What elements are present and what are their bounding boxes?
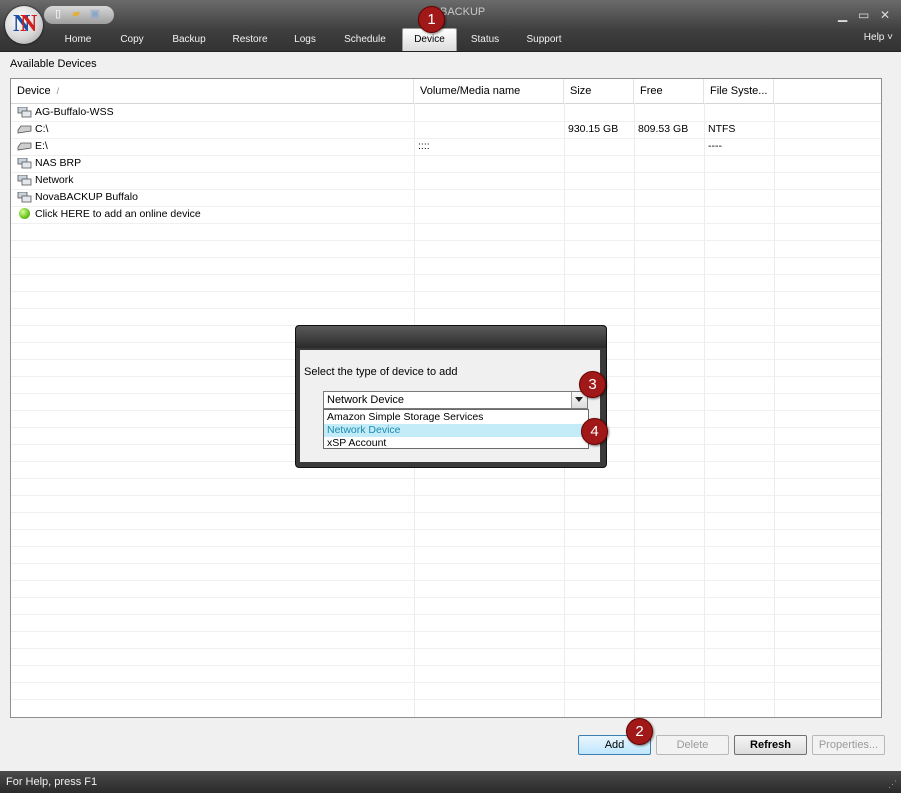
grid-line bbox=[11, 257, 881, 258]
grid-line bbox=[11, 563, 881, 564]
network-computer-icon bbox=[17, 175, 32, 186]
table-row[interactable]: NovaBACKUP Buffalo bbox=[11, 189, 881, 206]
open-folder-icon[interactable]: ▰ bbox=[70, 8, 82, 21]
table-row[interactable]: Network bbox=[11, 172, 881, 189]
chevron-down-icon: ˅ bbox=[887, 32, 893, 43]
maximize-icon[interactable]: ▭ bbox=[858, 8, 869, 22]
add-device-dialog: Select the type of device to add Network… bbox=[295, 325, 607, 468]
column-header-volume[interactable]: Volume/Media name bbox=[414, 79, 564, 103]
device-type-value: Network Device bbox=[327, 394, 405, 406]
option-xsp-account[interactable]: xSP Account bbox=[324, 437, 588, 450]
minimize-icon[interactable]: ▁ bbox=[838, 8, 847, 22]
grid-line bbox=[11, 512, 881, 513]
grid-line bbox=[11, 546, 881, 547]
grid-line bbox=[11, 665, 881, 666]
device-name: NAS BRP bbox=[35, 157, 82, 169]
close-icon[interactable]: ✕ bbox=[880, 8, 890, 22]
add-online-device-link[interactable]: Click HERE to add an online device bbox=[35, 206, 201, 223]
status-text: For Help, press F1 bbox=[6, 776, 98, 788]
device-volume: :::: bbox=[418, 140, 430, 152]
grid-line bbox=[11, 240, 881, 241]
callout-badge-4: 4 bbox=[581, 418, 608, 445]
tab-backup[interactable]: Backup bbox=[164, 29, 214, 50]
grid-line bbox=[11, 682, 881, 683]
new-file-icon[interactable]: ▯ bbox=[52, 8, 64, 21]
column-header-filesystem[interactable]: File Syste... bbox=[704, 79, 774, 103]
properties-button[interactable]: Properties... bbox=[812, 735, 885, 755]
resize-grip-icon[interactable]: ⋰ bbox=[888, 779, 897, 790]
tab-copy[interactable]: Copy bbox=[110, 29, 154, 50]
grid-line bbox=[11, 529, 881, 530]
chevron-down-icon bbox=[575, 397, 583, 402]
device-free: 809.53 GB bbox=[638, 123, 689, 135]
sort-indicator-icon: / bbox=[56, 86, 60, 96]
tab-home[interactable]: Home bbox=[58, 29, 98, 50]
grid-line bbox=[11, 699, 881, 700]
network-computer-icon bbox=[17, 192, 32, 203]
status-bar: For Help, press F1 ⋰ bbox=[0, 771, 901, 793]
ribbon-header: NN ▯ ▰ ▣ BACKUP ▁ ▭ ✕ Home Copy Backup R… bbox=[0, 0, 901, 52]
column-header-size[interactable]: Size bbox=[564, 79, 634, 103]
option-network-device[interactable]: Network Device bbox=[324, 424, 588, 437]
table-row[interactable]: C:\ 930.15 GB 809.53 GB NTFS bbox=[11, 121, 881, 138]
save-disk-icon[interactable]: ▣ bbox=[89, 8, 101, 21]
callout-badge-2: 2 bbox=[626, 718, 653, 745]
table-row[interactable]: AG-Buffalo-WSS bbox=[11, 104, 881, 121]
grid-line bbox=[11, 495, 881, 496]
grid-line bbox=[11, 478, 881, 479]
callout-badge-1: 1 bbox=[418, 6, 445, 33]
add-online-device-row[interactable]: Click HERE to add an online device bbox=[11, 206, 881, 223]
dialog-title-bar[interactable] bbox=[296, 326, 606, 348]
grid-line bbox=[11, 291, 881, 292]
grid-line bbox=[11, 274, 881, 275]
device-type-select[interactable]: Network Device bbox=[323, 391, 588, 409]
grid-line bbox=[11, 308, 881, 309]
online-device-icon bbox=[19, 208, 30, 219]
device-filesystem: NTFS bbox=[708, 123, 736, 135]
device-name: AG-Buffalo-WSS bbox=[35, 106, 114, 118]
grid-line bbox=[11, 597, 881, 598]
column-header-device[interactable]: Device / bbox=[11, 79, 414, 103]
grid-line bbox=[11, 580, 881, 581]
tab-logs[interactable]: Logs bbox=[285, 29, 325, 50]
device-size: 930.15 GB bbox=[568, 123, 619, 135]
tab-restore[interactable]: Restore bbox=[226, 29, 274, 50]
network-computer-icon bbox=[17, 107, 32, 118]
grid-line bbox=[11, 648, 881, 649]
device-name: Network bbox=[35, 174, 74, 186]
grid-line bbox=[11, 614, 881, 615]
dialog-body: Select the type of device to add Network… bbox=[300, 350, 600, 462]
tab-status[interactable]: Status bbox=[464, 29, 506, 50]
help-label: Help bbox=[863, 32, 885, 43]
window-title: BACKUP bbox=[440, 6, 486, 18]
app-logo-button[interactable]: NN bbox=[5, 6, 43, 44]
table-row[interactable]: NAS BRP bbox=[11, 155, 881, 172]
device-name: C:\ bbox=[35, 123, 49, 135]
dialog-prompt: Select the type of device to add bbox=[304, 366, 458, 378]
available-devices-label: Available Devices bbox=[10, 58, 97, 70]
hard-drive-icon bbox=[17, 142, 32, 151]
tab-schedule[interactable]: Schedule bbox=[336, 29, 394, 50]
device-type-dropdown-list: Amazon Simple Storage Services Network D… bbox=[323, 409, 589, 449]
tab-support[interactable]: Support bbox=[518, 29, 570, 50]
help-menu[interactable]: Help ˅ bbox=[864, 32, 893, 43]
refresh-button[interactable]: Refresh bbox=[734, 735, 807, 755]
device-name: NovaBACKUP Buffalo bbox=[35, 191, 138, 203]
callout-badge-3: 3 bbox=[579, 371, 606, 398]
device-filesystem: ---- bbox=[708, 140, 722, 152]
grid-line bbox=[11, 223, 881, 224]
column-label: Device bbox=[17, 85, 51, 97]
column-header-free[interactable]: Free bbox=[634, 79, 704, 103]
delete-button[interactable]: Delete bbox=[656, 735, 729, 755]
network-computer-icon bbox=[17, 158, 32, 169]
option-amazon-s3[interactable]: Amazon Simple Storage Services bbox=[324, 411, 588, 424]
quick-access-toolbar: ▯ ▰ ▣ bbox=[44, 6, 114, 24]
hard-drive-icon bbox=[17, 125, 32, 134]
list-header: Device / Volume/Media name Size Free File… bbox=[11, 79, 881, 104]
device-name: E:\ bbox=[35, 140, 48, 152]
table-row[interactable]: E:\ :::: ---- bbox=[11, 138, 881, 155]
grid-line bbox=[11, 631, 881, 632]
